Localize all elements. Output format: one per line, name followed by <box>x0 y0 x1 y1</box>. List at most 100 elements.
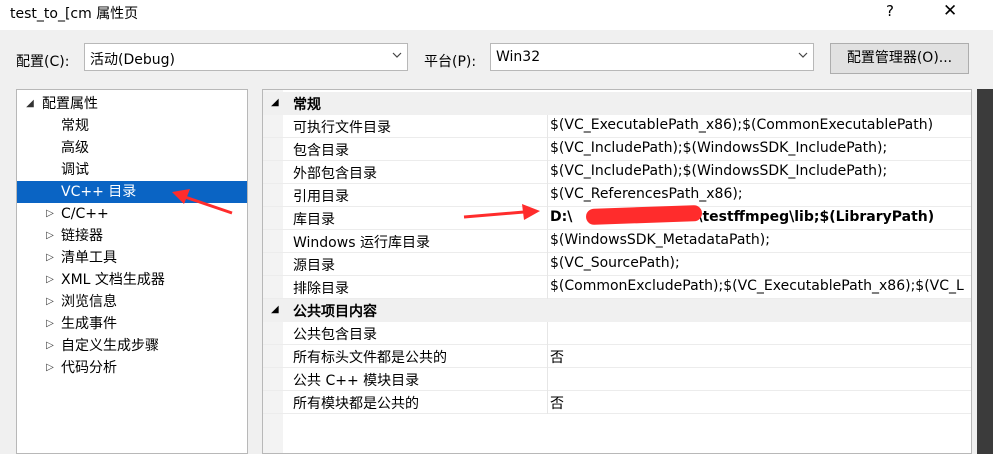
property-name: 公共包含目录 <box>293 327 377 343</box>
annotation-arrow-icon <box>172 189 233 215</box>
expanded-icon[interactable]: ◢ <box>25 93 35 115</box>
collapsed-icon[interactable]: ▷ <box>45 203 55 225</box>
config-manager-button[interactable]: 配置管理器(O)... <box>830 43 969 74</box>
collapsed-icon[interactable]: ▷ <box>45 269 55 291</box>
library-path-drive: D:\ <box>550 209 573 225</box>
column-divider <box>547 207 548 230</box>
tree-item-label: 链接器 <box>61 228 103 244</box>
tree-item-label: 常规 <box>61 118 89 134</box>
property-row[interactable]: Windows 运行库目录 $(WindowsSDK_MetadataPath)… <box>263 230 971 253</box>
property-value[interactable]: 否 <box>550 393 970 413</box>
tree-item-xml-doc-generator[interactable]: ▷ XML 文档生成器 <box>17 269 247 291</box>
tree-item-code-analysis[interactable]: ▷ 代码分析 <box>17 357 247 379</box>
expanded-icon[interactable]: ◢ <box>271 97 279 108</box>
property-value[interactable]: $(CommonExcludePath);$(VC_ExecutablePath… <box>550 278 970 294</box>
platform-dropdown-value: Win32 <box>496 49 541 65</box>
tree-item-label: 自定义生成步骤 <box>61 338 159 354</box>
property-value[interactable]: $(VC_ReferencesPath_x86); <box>550 186 970 202</box>
column-divider <box>547 368 548 391</box>
property-value[interactable]: $(VC_SourcePath); <box>550 255 970 271</box>
platform-dropdown[interactable]: Win32 <box>490 43 814 71</box>
tree-item-build-events[interactable]: ▷ 生成事件 <box>17 313 247 335</box>
tree-item-label: 配置属性 <box>42 96 98 112</box>
column-divider <box>547 276 548 299</box>
tree-item-label: 调试 <box>61 162 89 178</box>
chevron-down-icon <box>392 52 402 58</box>
collapsed-icon[interactable]: ▷ <box>45 247 55 269</box>
tree-item-config-properties[interactable]: ◢ 配置属性 <box>17 93 247 115</box>
config-label: 配置(C): <box>16 54 70 70</box>
property-row[interactable]: 源目录 $(VC_SourcePath); <box>263 253 971 276</box>
property-name: 外部包含目录 <box>293 166 377 182</box>
property-name: 库目录 <box>293 212 335 228</box>
tree-item-label: 清单工具 <box>61 250 117 266</box>
column-divider <box>547 345 548 368</box>
collapsed-icon[interactable]: ▷ <box>45 225 55 247</box>
property-row[interactable]: 外部包含目录 $(VC_IncludePath);$(WindowsSDK_In… <box>263 161 971 184</box>
tree-item-label: 高级 <box>61 140 89 156</box>
property-name: 源目录 <box>293 258 335 274</box>
column-divider <box>547 138 548 161</box>
property-value[interactable]: $(VC_ExecutablePath_x86);$(CommonExecuta… <box>550 117 970 133</box>
platform-label: 平台(P): <box>424 54 477 70</box>
tree-item-label: 代码分析 <box>61 360 117 376</box>
property-name: 包含目录 <box>293 143 349 159</box>
property-grid: ◢ 常规 可执行文件目录 $(VC_ExecutablePath_x86);$(… <box>262 89 972 454</box>
title-bar: test_to_[cm 属性页 ? ✕ <box>0 0 993 30</box>
tree-item-advanced[interactable]: 高级 <box>17 137 247 159</box>
property-row[interactable]: 可执行文件目录 $(VC_ExecutablePath_x86);$(Commo… <box>263 115 971 138</box>
property-value[interactable]: $(WindowsSDK_MetadataPath); <box>550 232 970 248</box>
tree-item-label: VC++ 目录 <box>61 184 137 200</box>
tree-item-general[interactable]: 常规 <box>17 115 247 137</box>
window-title: test_to_[cm 属性页 <box>10 6 139 22</box>
category-public-project-content[interactable]: ◢ 公共项目内容 <box>263 299 971 322</box>
close-button[interactable]: ✕ <box>943 1 957 21</box>
config-dropdown[interactable]: 活动(Debug) <box>84 43 408 71</box>
tree-item-browse-info[interactable]: ▷ 浏览信息 <box>17 291 247 313</box>
property-name: Windows 运行库目录 <box>293 235 430 251</box>
property-tree: ◢ 配置属性 常规 高级 调试 VC++ 目录 ▷ C/C++ ▷ 链接器 ▷ … <box>16 89 248 454</box>
collapsed-icon[interactable]: ▷ <box>45 335 55 357</box>
category-label: 常规 <box>293 97 321 113</box>
property-name: 公共 C++ 模块目录 <box>293 373 420 389</box>
collapsed-icon[interactable]: ▷ <box>45 357 55 379</box>
property-row[interactable]: 引用目录 $(VC_ReferencesPath_x86); <box>263 184 971 207</box>
expanded-icon[interactable]: ◢ <box>271 304 279 315</box>
tree-item-debugging[interactable]: 调试 <box>17 159 247 181</box>
category-general[interactable]: ◢ 常规 <box>263 92 971 115</box>
config-dropdown-value: 活动(Debug) <box>90 52 175 68</box>
annotation-arrow-icon <box>463 204 540 220</box>
property-name: 引用目录 <box>293 189 349 205</box>
tree-item-label: 生成事件 <box>61 316 117 332</box>
tree-item-label: C/C++ <box>61 206 109 222</box>
property-name: 所有标头文件都是公共的 <box>293 350 447 366</box>
property-name: 排除目录 <box>293 281 349 297</box>
collapsed-icon[interactable]: ▷ <box>45 313 55 335</box>
tree-item-custom-build-step[interactable]: ▷ 自定义生成步骤 <box>17 335 247 357</box>
property-row[interactable]: 所有模块都是公共的 否 <box>263 391 971 414</box>
property-row[interactable]: 公共 C++ 模块目录 <box>263 368 971 391</box>
column-divider <box>547 115 548 138</box>
column-divider <box>547 253 548 276</box>
property-value[interactable]: $(VC_IncludePath);$(WindowsSDK_IncludePa… <box>550 140 970 156</box>
category-label: 公共项目内容 <box>293 304 377 320</box>
property-row[interactable]: 包含目录 $(VC_IncludePath);$(WindowsSDK_Incl… <box>263 138 971 161</box>
property-value[interactable]: 否 <box>550 347 970 367</box>
property-row[interactable]: 排除目录 $(CommonExcludePath);$(VC_Executabl… <box>263 276 971 299</box>
column-divider <box>547 161 548 184</box>
tree-item-label: XML 文档生成器 <box>61 272 165 288</box>
library-path-suffix: \testffmpeg\lib;$(LibraryPath) <box>697 209 935 225</box>
property-name: 可执行文件目录 <box>293 120 391 136</box>
column-divider <box>547 322 548 345</box>
column-divider <box>547 230 548 253</box>
property-row[interactable]: 所有标头文件都是公共的 否 <box>263 345 971 368</box>
property-value[interactable]: $(VC_IncludePath);$(WindowsSDK_IncludePa… <box>550 163 970 179</box>
background-strip <box>977 89 993 454</box>
collapsed-icon[interactable]: ▷ <box>45 291 55 313</box>
help-button[interactable]: ? <box>886 2 894 20</box>
tree-item-manifest-tool[interactable]: ▷ 清单工具 <box>17 247 247 269</box>
tree-item-linker[interactable]: ▷ 链接器 <box>17 225 247 247</box>
property-row[interactable]: 公共包含目录 <box>263 322 971 345</box>
column-divider <box>547 184 548 207</box>
property-name: 所有模块都是公共的 <box>293 396 419 412</box>
